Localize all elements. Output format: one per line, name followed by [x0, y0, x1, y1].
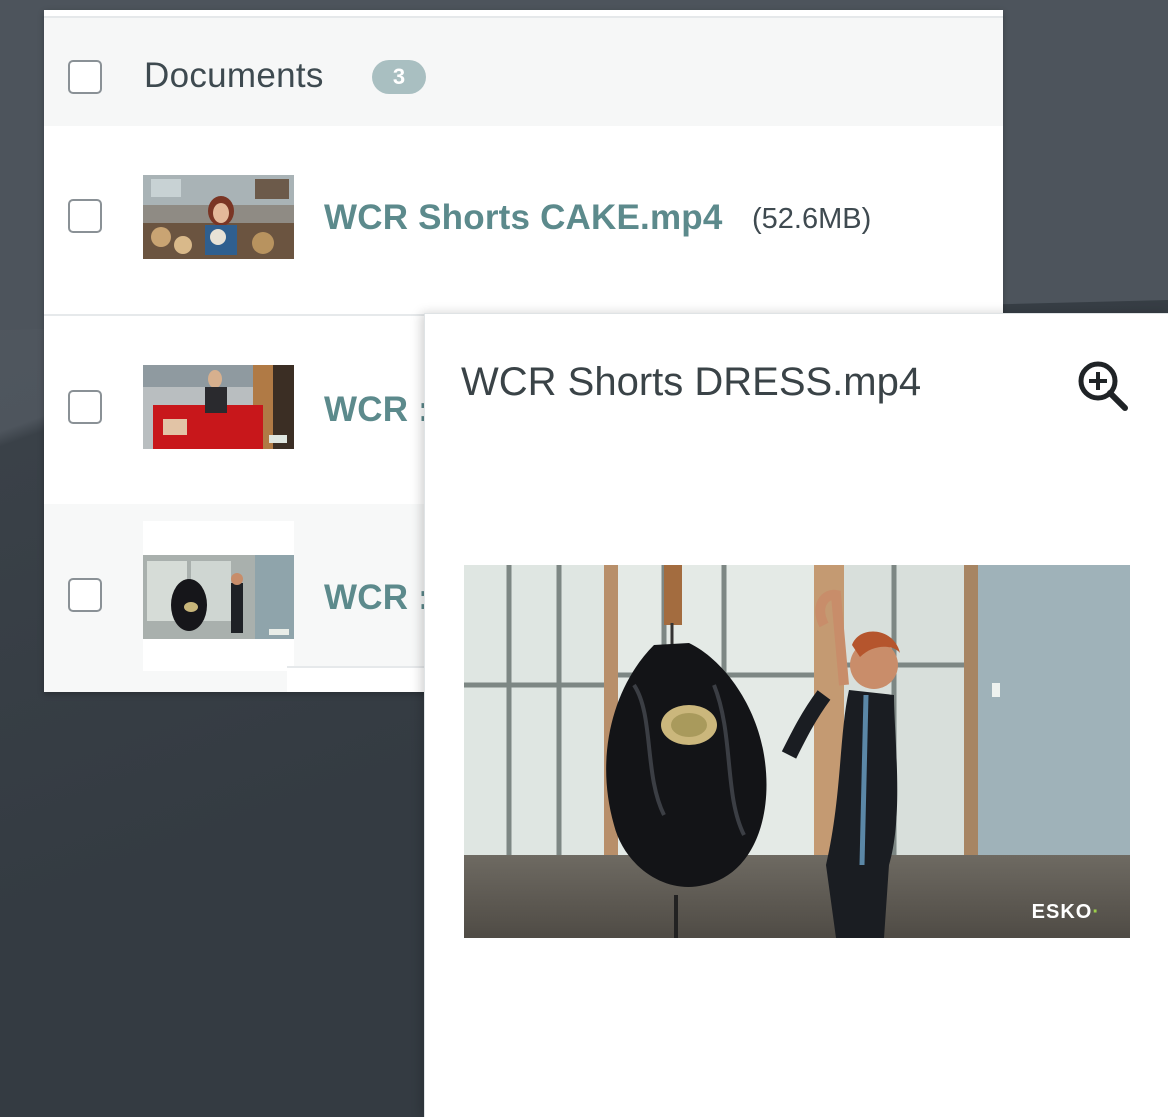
esko-watermark: ESKO· [1031, 901, 1100, 923]
video-thumbnail[interactable] [143, 521, 294, 671]
preview-title: WCR Shorts DRESS.mp4 [461, 360, 922, 404]
row-checkbox[interactable] [68, 199, 102, 233]
documents-count-badge: 3 [372, 60, 426, 94]
row-checkbox[interactable] [68, 390, 102, 424]
video-thumbnail[interactable] [143, 175, 294, 259]
document-size: (52.6MB) [752, 203, 872, 235]
documents-header: Documents 3 [44, 16, 1003, 131]
document-name-link[interactable]: WCR : [324, 390, 430, 430]
document-row[interactable]: WCR Shorts CAKE.mp4 (52.6MB) [44, 126, 1003, 316]
document-preview-popup: WCR Shorts DRESS.mp4 ESKO· [424, 313, 1168, 1117]
documents-title: Documents [144, 56, 324, 95]
video-thumbnail[interactable] [143, 365, 294, 449]
select-all-checkbox[interactable] [68, 60, 102, 94]
document-name-link[interactable]: WCR Shorts CAKE.mp4 [324, 198, 723, 238]
document-name-link[interactable]: WCR : [324, 578, 430, 618]
zoom-in-icon[interactable] [1075, 358, 1131, 414]
video-preview-image[interactable]: ESKO· [464, 565, 1130, 938]
row-checkbox[interactable] [68, 578, 102, 612]
